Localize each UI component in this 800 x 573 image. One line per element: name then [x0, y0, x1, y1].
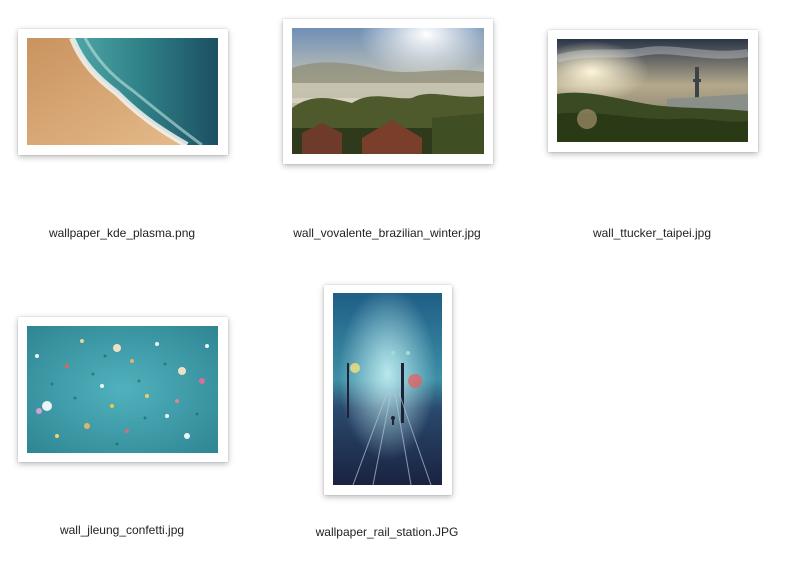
night-rail-station-image	[333, 293, 442, 485]
file-item-brazilian-winter[interactable]: wall_vovalente_brazilian_winter.jpg	[260, 0, 520, 260]
file-name-label[interactable]: wallpaper_kde_plasma.png	[0, 226, 272, 240]
file-name-label[interactable]: wall_jleung_confetti.jpg	[0, 523, 272, 537]
taipei-skyline-sunset-image	[557, 39, 748, 142]
misty-valley-sunrise-image	[292, 28, 484, 154]
file-item-kde-plasma[interactable]: wallpaper_kde_plasma.png	[0, 0, 245, 260]
file-item-rail-station[interactable]: wallpaper_rail_station.JPG	[260, 280, 520, 560]
beach-waves-image	[27, 38, 218, 145]
file-name-label[interactable]: wall_vovalente_brazilian_winter.jpg	[237, 226, 537, 240]
teal-confetti-image	[27, 326, 218, 453]
file-item-confetti[interactable]: wall_jleung_confetti.jpg	[0, 300, 245, 560]
file-name-label[interactable]: wallpaper_rail_station.JPG	[237, 525, 537, 539]
file-name-label[interactable]: wall_ttucker_taipei.jpg	[502, 226, 800, 240]
file-item-taipei[interactable]: wall_ttucker_taipei.jpg	[530, 0, 780, 260]
